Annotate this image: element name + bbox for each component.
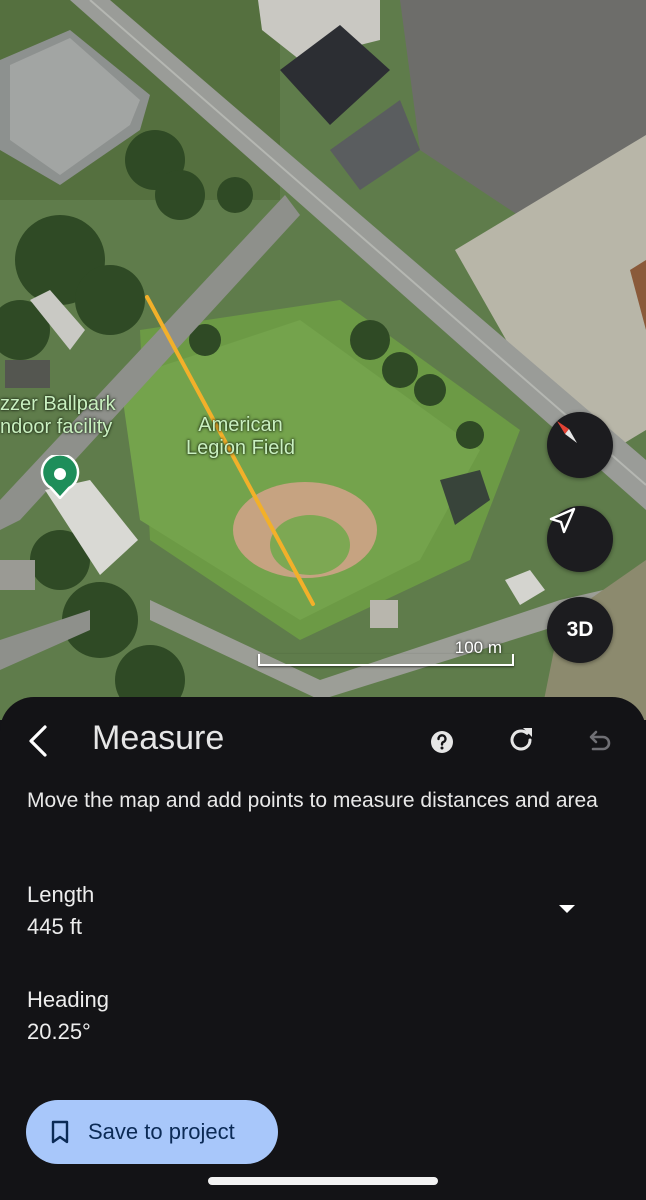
satellite-map[interactable]: zzer Ballpark ndoor facility American Le… bbox=[0, 0, 646, 720]
measure-instructions: Move the map and add points to measure d… bbox=[27, 789, 598, 812]
chevron-left-icon bbox=[29, 725, 47, 757]
map-scale: 100 m bbox=[258, 638, 514, 666]
place-pin-icon[interactable] bbox=[40, 455, 80, 499]
back-button[interactable] bbox=[20, 723, 56, 759]
help-button[interactable] bbox=[428, 728, 456, 756]
save-button-label: Save to project bbox=[88, 1119, 235, 1144]
undo-icon bbox=[589, 730, 611, 751]
place-label-line: American bbox=[198, 414, 283, 436]
home-indicator[interactable] bbox=[208, 1177, 438, 1185]
unit-dropdown[interactable] bbox=[553, 897, 581, 921]
map-imagery bbox=[0, 0, 646, 720]
refresh-icon bbox=[510, 728, 532, 751]
help-icon bbox=[431, 731, 453, 753]
undo-button[interactable] bbox=[584, 726, 614, 756]
length-value: 445 ft bbox=[27, 914, 83, 939]
caret-down-icon bbox=[559, 905, 575, 913]
page-title: Measure bbox=[92, 719, 225, 757]
3d-toggle-button[interactable]: 3D bbox=[547, 597, 613, 663]
my-location-button[interactable] bbox=[547, 506, 613, 572]
place-label-american-legion-field[interactable]: American Legion Field bbox=[186, 414, 295, 460]
place-label-ballpark[interactable]: zzer Ballpark ndoor facility bbox=[0, 393, 116, 439]
length-label: Length bbox=[27, 882, 95, 907]
place-label-line: Legion Field bbox=[186, 437, 295, 459]
measure-bottom-sheet: Measure Move the map and add points to m… bbox=[0, 697, 646, 1200]
place-label-line: zzer Ballpark bbox=[0, 393, 116, 415]
3d-label: 3D bbox=[566, 618, 594, 641]
sheet-header: Measure bbox=[0, 697, 646, 787]
heading-value: 20.25° bbox=[27, 1019, 91, 1044]
compass-icon bbox=[557, 421, 577, 443]
compass-button[interactable] bbox=[547, 412, 613, 478]
navigation-arrow-icon bbox=[549, 507, 576, 534]
bookmark-icon bbox=[51, 1120, 69, 1144]
place-label-line: ndoor facility bbox=[0, 416, 113, 438]
save-to-project-button[interactable]: Save to project bbox=[26, 1100, 278, 1164]
heading-label: Heading bbox=[27, 987, 109, 1012]
scale-bar bbox=[258, 654, 514, 666]
reset-button[interactable] bbox=[505, 724, 537, 756]
